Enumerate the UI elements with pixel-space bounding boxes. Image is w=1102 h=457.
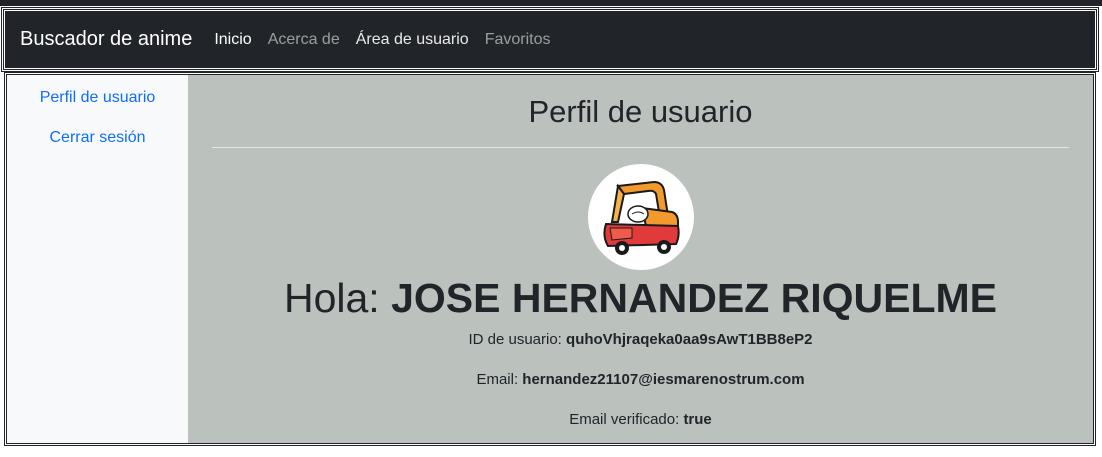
verified-label: Email verificado:	[569, 411, 684, 428]
avatar	[587, 164, 694, 270]
verified-row: Email verificado: true	[212, 410, 1069, 430]
email-value: hernandez21107@iesmarenostrum.com	[522, 371, 805, 388]
email-label: Email:	[476, 371, 523, 388]
nav-link-inicio[interactable]: Inicio	[214, 31, 251, 49]
sidebar: Perfil de usuario Cerrar sesión	[7, 75, 188, 443]
navbar-brand[interactable]: Buscador de anime	[20, 28, 192, 51]
page-title: Perfil de usuario	[528, 94, 753, 129]
greeting: Hola: JOSE HERNANDEZ RIQUELME	[212, 273, 1069, 323]
greeting-prefix: Hola:	[283, 275, 392, 321]
user-id-value: quhoVhjraqeka0aa9sAwT1BB8eP2	[566, 331, 813, 348]
verified-value: true	[683, 411, 712, 428]
sidebar-item-perfil[interactable]: Perfil de usuario	[7, 86, 188, 110]
top-navbar: Buscador de anime Inicio Acerca de Área …	[1, 7, 1099, 72]
user-id-row: ID de usuario: quhoVhjraqeka0aa9sAwT1BB8…	[212, 330, 1069, 350]
divider	[212, 147, 1069, 148]
sidebar-item-cerrar-sesion[interactable]: Cerrar sesión	[7, 126, 188, 150]
user-name: JOSE HERNANDEZ RIQUELME	[391, 275, 998, 321]
nav-link-favoritos[interactable]: Favoritos	[485, 31, 551, 49]
content-area: Perfil de usuario Cerrar sesión Perfil d…	[4, 72, 1096, 446]
user-id-label: ID de usuario:	[468, 331, 567, 348]
car-avatar-icon	[602, 180, 680, 255]
profile-panel: Perfil de usuario Hola: JOSE HERNANDEZ R…	[188, 75, 1093, 443]
email-row: Email: hernandez21107@iesmarenostrum.com	[212, 370, 1069, 390]
nav-link-acerca-de[interactable]: Acerca de	[268, 31, 340, 49]
nav-link-area-usuario[interactable]: Área de usuario	[356, 31, 469, 49]
